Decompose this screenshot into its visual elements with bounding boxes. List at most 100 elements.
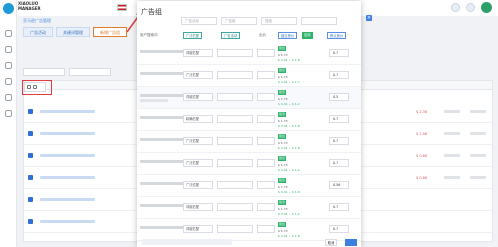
suggest-range: $ 0.41 ~ $ 1.2 [278,212,300,216]
match-select[interactable]: 广泛匹配 [183,181,213,189]
search-input[interactable]: 搜索 [261,17,297,25]
adgroup-select[interactable] [217,225,253,233]
bid-input[interactable]: 0.7 [329,159,349,167]
row-cell [444,132,460,135]
brand-name: XIAOLUO MANAGER [18,1,41,11]
tab-keywords[interactable]: 关键词管理 [56,27,90,37]
match-select[interactable]: 精确匹配 [183,115,213,123]
user-icon[interactable] [5,94,12,101]
close-button[interactable]: × [366,15,372,21]
confirm-button[interactable] [345,239,357,246]
adgroup-select[interactable] [217,49,253,57]
adgroup-select[interactable] [217,115,253,123]
notification-icon[interactable] [451,3,460,12]
chart-icon[interactable] [5,46,12,53]
adgroup-select[interactable]: 广告组 [221,17,257,25]
filter-bar [23,68,111,76]
bid-input[interactable]: 0.56 [329,181,349,189]
match-select[interactable]: 词组匹配 [183,225,213,233]
row-checkbox[interactable] [28,153,33,158]
bid-select[interactable] [257,203,275,211]
bid-select[interactable] [257,71,275,79]
match-select[interactable]: 词组匹配 [183,93,213,101]
list-item: 广泛匹配 建议 $ 1.73 $ 0.41 ~ $ 1.2 0.7 [137,153,361,175]
row-cell [444,176,460,179]
add-adgroup-modal: 广告组 广告活动 广告组 搜索 × 用户搜索词 广泛匹配 广告活动 出价 建议竞… [137,1,372,247]
apply-badge[interactable]: 应用 [302,32,313,39]
list-item: 词组匹配 建议 $ 1.73 $ 0.41 ~ $ 1.8 0.7 [137,43,361,65]
filter-select[interactable] [69,68,111,76]
bid-input[interactable]: 0.5 [329,93,349,101]
home-icon[interactable] [5,30,12,37]
adgroup-select[interactable] [217,93,253,101]
suggest-tag: 建议 [278,90,287,95]
list-item: 广泛匹配 建议 $ 1.73 $ 0.41 ~ $ 1.7 0.7 [137,65,361,87]
row-cell [470,110,486,113]
bid-select[interactable] [257,49,275,57]
suggest-tag: 建议 [278,156,287,161]
suggest-range: $ 0.41 ~ $ 1.8 [278,146,300,150]
bid-select[interactable] [257,225,275,233]
settings-icon[interactable] [5,78,12,85]
adgroup-select[interactable] [217,137,253,145]
bid-select[interactable] [257,137,275,145]
match-select[interactable]: 广泛匹配 [183,71,213,79]
bid-input[interactable]: 0.7 [329,137,349,145]
filter-select[interactable] [23,68,65,76]
suggest-price: $ 1.73 [278,119,288,123]
adgroup-button[interactable]: 广告活动 [221,32,241,39]
help-icon[interactable] [466,3,475,12]
row-cell [444,110,460,113]
row-name [40,154,95,157]
row-checkbox[interactable] [28,109,33,114]
bid-input[interactable]: 0.7 [329,71,349,79]
suggest-price: $ 1.73 [278,75,288,79]
bid-select[interactable] [257,159,275,167]
row-checkbox[interactable] [28,175,33,180]
suggest-range: $ 0.41 ~ $ 1.8 [278,124,300,128]
match-select[interactable]: 词组匹配 [183,203,213,211]
row-value: $ 1.98 [416,132,428,136]
folder-icon[interactable] [5,110,12,117]
list-item: 词组匹配 建议 $ 1.73 $ 0.41 ~ $ 1.2 0.5 [137,87,361,109]
row-checkbox[interactable] [28,131,33,136]
pagination[interactable] [142,239,232,245]
filter-select[interactable] [301,17,337,25]
suggest-tag: 建议 [278,68,287,73]
adgroup-select[interactable] [217,71,253,79]
match-select[interactable]: 广泛匹配 [183,159,213,167]
row-name [40,132,95,135]
suggest-price: $ 1.73 [278,53,288,57]
bid-select[interactable] [257,93,275,101]
tab-campaigns[interactable]: 广告活动 [23,27,53,37]
suggest-bid-button[interactable]: 建议竞价 [278,32,298,39]
row-checkbox[interactable] [28,197,33,202]
adgroup-select[interactable] [217,159,253,167]
left-nav-rail [0,0,17,247]
suggest-price: $ 1.73 [278,229,288,233]
bid-input[interactable]: 0.7 [329,225,349,233]
row-checkbox[interactable] [28,219,33,224]
list-icon[interactable] [5,62,12,69]
bid-input[interactable]: 0.7 [329,115,349,123]
suggest-range: $ 0.41 ~ $ 1.8 [278,58,300,62]
suggest-tag: 建议 [278,134,287,139]
match-select[interactable]: 广泛匹配 [183,137,213,145]
bid-select[interactable] [257,115,275,123]
default-bid-button[interactable]: 默认竞价 [327,32,347,39]
match-type-button[interactable]: 广泛匹配 [183,32,203,39]
bid-select[interactable] [257,181,275,189]
breadcrumb[interactable]: 亚马逊广告管理 [23,18,51,24]
adgroup-select[interactable] [217,203,253,211]
match-select[interactable]: 词组匹配 [183,49,213,57]
suggest-range: $ 0.41 ~ $ 1.2 [278,102,300,106]
bid-input[interactable]: 0.7 [329,49,349,57]
tab-add-adgroup[interactable]: 新增广告组 [93,27,127,37]
adgroup-select[interactable] [217,181,253,189]
cancel-button[interactable]: 取消 [325,239,337,246]
flag-icon[interactable] [117,4,127,11]
bid-input[interactable]: 0.7 [329,203,349,211]
avatar[interactable] [481,2,492,13]
row-cell [470,154,486,157]
campaign-select[interactable]: 广告活动 [181,17,217,25]
